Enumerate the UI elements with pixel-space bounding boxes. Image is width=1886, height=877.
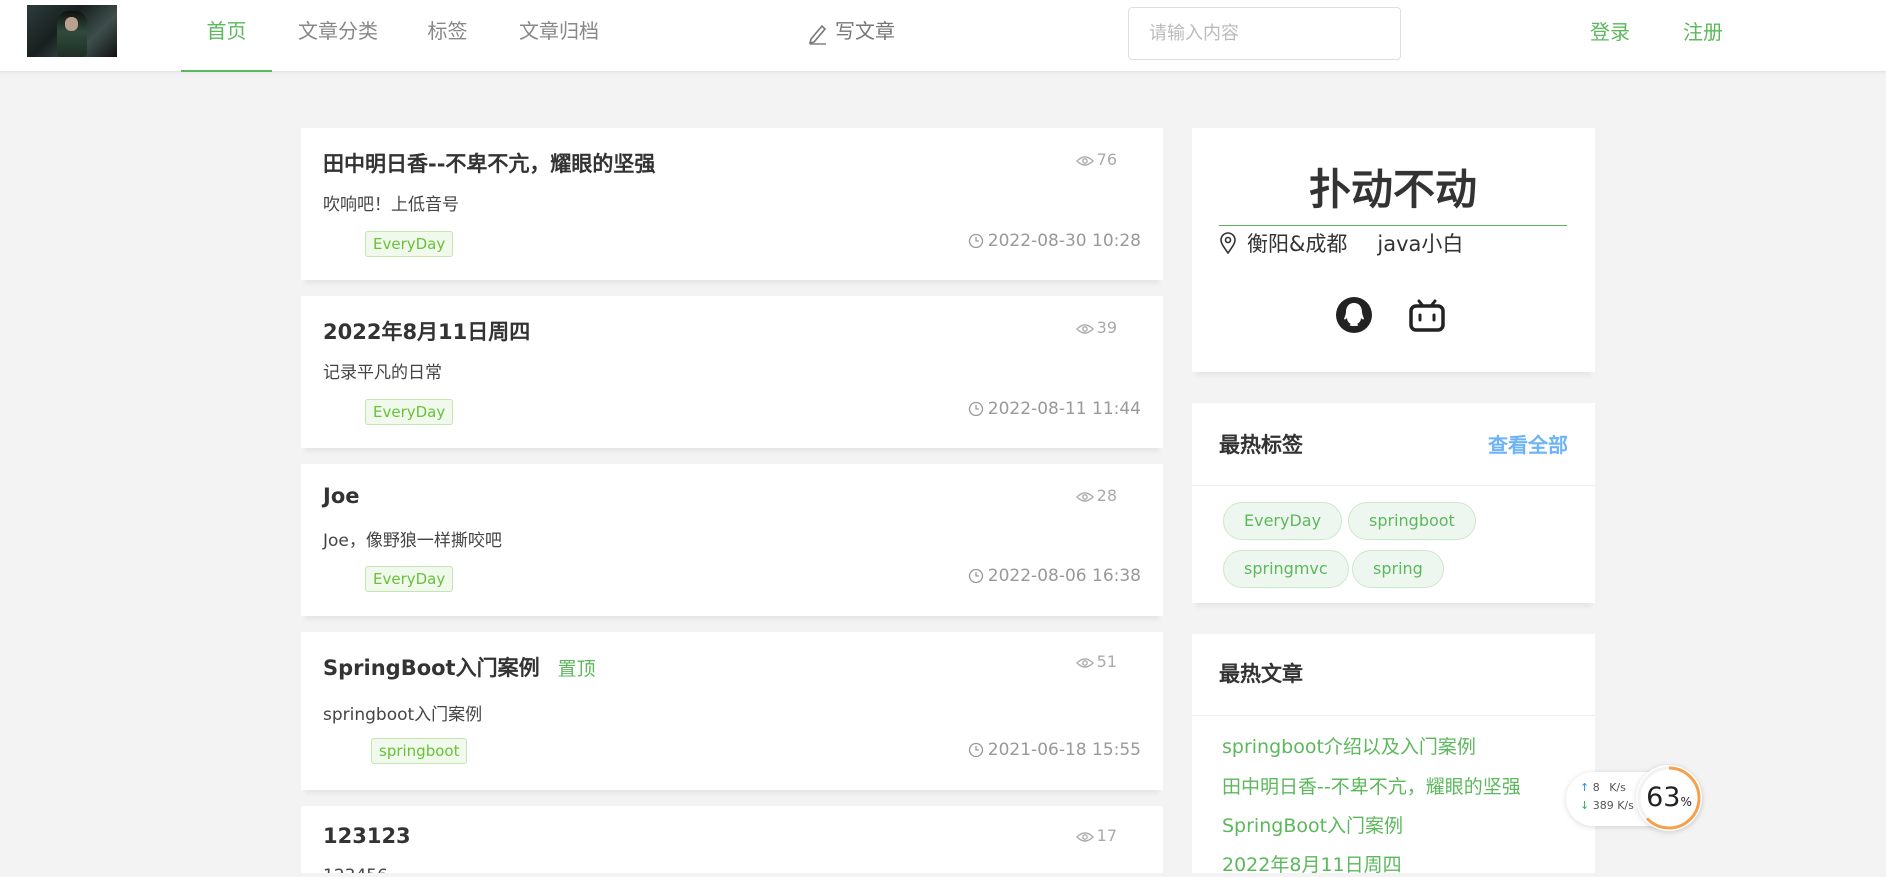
clock-icon <box>968 401 983 417</box>
eye-icon <box>1075 324 1094 334</box>
eye-icon <box>1075 492 1094 502</box>
article-date-value: 2022-08-11 11:44 <box>987 399 1141 419</box>
write-article-label: 写文章 <box>835 19 895 43</box>
article-summary: 123456 <box>323 866 388 873</box>
article-tag[interactable]: EveryDay <box>365 399 454 425</box>
upload-speed-value: 8 <box>1592 781 1600 794</box>
download-speed-value: 389 <box>1592 799 1614 812</box>
author-location: 衡阳&成都 <box>1247 232 1348 256</box>
article-card[interactable]: 田中明日香--不卑不亢，耀眼的坚强 76 吹响吧！上低音号 EveryDay 2… <box>301 128 1163 280</box>
clock-icon <box>968 568 983 584</box>
upload-speed: ↑ 8 K/s <box>1580 781 1626 794</box>
write-article-button[interactable]: 写文章 <box>807 0 895 62</box>
article-title[interactable]: Joe <box>323 484 359 508</box>
article-date-value: 2021-06-18 15:55 <box>987 740 1141 760</box>
article-date: 2021-06-18 15:55 <box>968 740 1141 760</box>
eye-icon <box>1075 832 1094 842</box>
view-count-value: 17 <box>1096 826 1117 845</box>
eye-icon <box>1075 156 1094 166</box>
clock-icon <box>968 742 983 758</box>
hot-tags-card: 最热标签 查看全部 EveryDay springboot springmvc … <box>1192 403 1595 603</box>
author-card: 扑动不动 衡阳&成都 java小白 <box>1192 128 1595 372</box>
location-icon <box>1220 232 1236 255</box>
hot-tag-chip[interactable]: spring <box>1352 550 1444 588</box>
hot-tag-chip[interactable]: EveryDay <box>1223 502 1343 540</box>
upload-speed-unit: K/s <box>1609 781 1626 794</box>
site-logo[interactable] <box>27 5 117 57</box>
view-count-value: 76 <box>1096 150 1117 169</box>
hot-articles-title: 最热文章 <box>1219 662 1303 686</box>
author-info: 衡阳&成都 java小白 <box>1219 228 1493 258</box>
article-card[interactable]: 2022年8月11日周四 39 记录平凡的日常 EveryDay 2022-08… <box>301 296 1163 448</box>
register-link[interactable]: 注册 <box>1683 0 1723 64</box>
pen-icon <box>808 24 827 45</box>
hot-tag-chip[interactable]: springboot <box>1348 502 1476 540</box>
article-card[interactable]: 123123 17 123456 <box>301 806 1163 873</box>
download-speed: ↓ 389 K/s <box>1580 799 1634 812</box>
article-summary: springboot入门案例 <box>323 705 483 725</box>
view-count: 28 <box>1075 486 1117 505</box>
hot-articles-card: 最热文章 springboot介绍以及入门案例 田中明日香--不卑不亢，耀眼的坚… <box>1192 634 1595 876</box>
author-name: 扑动不动 <box>1219 156 1567 226</box>
nav-tags[interactable]: 标签 <box>425 0 470 72</box>
hot-article-link[interactable]: springboot介绍以及入门案例 <box>1222 732 1476 759</box>
article-card[interactable]: Joe 28 Joe，像野狼一样撕咬吧 EveryDay 2022-08-06 … <box>301 464 1163 616</box>
view-count-value: 39 <box>1096 318 1117 337</box>
memory-usage-dial[interactable]: 63% <box>1636 765 1702 831</box>
view-count: 76 <box>1075 150 1117 169</box>
article-title[interactable]: 2022年8月11日周四 <box>323 316 530 346</box>
qq-icon[interactable] <box>1334 295 1374 335</box>
top-navbar: 首页 文章分类 标签 文章归档 写文章 登录 注册 <box>0 0 1886 72</box>
bilibili-icon[interactable] <box>1407 295 1447 335</box>
author-role: java小白 <box>1377 232 1464 256</box>
article-tag[interactable]: springboot <box>371 738 468 764</box>
article-tag[interactable]: EveryDay <box>365 231 454 257</box>
article-title[interactable]: SpringBoot入门案例 置顶 <box>323 652 596 682</box>
hot-tag-chip[interactable]: springmvc <box>1223 550 1349 588</box>
arrow-up-icon: ↑ <box>1580 781 1590 794</box>
article-tag[interactable]: EveryDay <box>365 566 454 592</box>
article-date: 2022-08-06 16:38 <box>968 566 1141 586</box>
nav-categories[interactable]: 文章分类 <box>293 0 383 72</box>
view-count-value: 51 <box>1096 652 1117 671</box>
divider <box>1192 485 1595 486</box>
article-title[interactable]: 123123 <box>323 824 411 848</box>
article-title-text[interactable]: SpringBoot入门案例 <box>323 656 540 680</box>
article-summary: Joe，像野狼一样撕咬吧 <box>323 531 502 551</box>
usage-percent: 63% <box>1636 782 1702 813</box>
view-count: 39 <box>1075 318 1117 337</box>
eye-icon <box>1075 658 1094 668</box>
search-input[interactable] <box>1128 7 1401 60</box>
article-title[interactable]: 田中明日香--不卑不亢，耀眼的坚强 <box>323 148 655 178</box>
view-count-value: 28 <box>1096 486 1117 505</box>
download-speed-unit: K/s <box>1617 799 1634 812</box>
usage-percent-value: 63 <box>1646 782 1681 813</box>
article-date-value: 2022-08-06 16:38 <box>987 566 1141 586</box>
article-date: 2022-08-30 10:28 <box>968 231 1141 251</box>
article-card[interactable]: SpringBoot入门案例 置顶 51 springboot入门案例 sprin… <box>301 632 1163 790</box>
article-date-value: 2022-08-30 10:28 <box>987 231 1141 251</box>
view-count: 51 <box>1075 652 1117 671</box>
view-count: 17 <box>1075 826 1117 845</box>
usage-percent-sign: % <box>1680 795 1692 809</box>
divider <box>1192 715 1595 716</box>
article-summary: 吹响吧！上低音号 <box>323 195 459 215</box>
pinned-badge: 置顶 <box>557 658 596 680</box>
login-link[interactable]: 登录 <box>1590 0 1630 64</box>
hot-tags-title: 最热标签 <box>1219 433 1303 457</box>
article-summary: 记录平凡的日常 <box>323 363 442 383</box>
hot-article-link[interactable]: SpringBoot入门案例 <box>1222 811 1403 838</box>
arrow-down-icon: ↓ <box>1580 799 1590 812</box>
nav-home[interactable]: 首页 <box>181 0 272 72</box>
view-all-tags-link[interactable]: 查看全部 <box>1488 429 1568 458</box>
clock-icon <box>968 233 983 249</box>
article-date: 2022-08-11 11:44 <box>968 399 1141 419</box>
nav-archive[interactable]: 文章归档 <box>519 0 599 72</box>
hot-article-link[interactable]: 田中明日香--不卑不亢，耀眼的坚强 <box>1222 772 1521 799</box>
